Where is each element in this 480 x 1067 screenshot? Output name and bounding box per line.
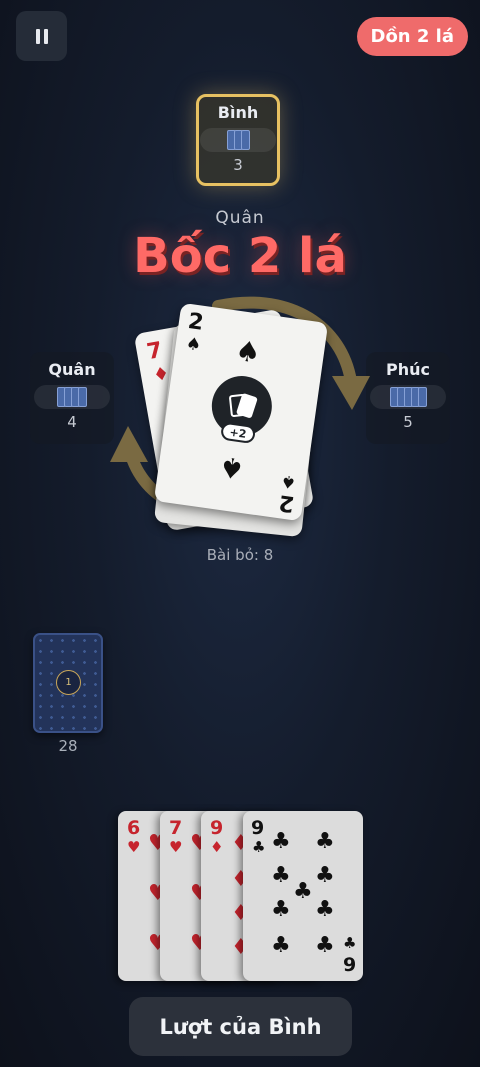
club-icon: ♣ — [271, 863, 291, 888]
card-rank: 2 — [186, 308, 206, 336]
opponent-card-count: 4 — [67, 413, 77, 431]
card-rank: 7 — [144, 337, 165, 366]
club-icon: ♣ — [315, 933, 335, 958]
opponent-name: Quân — [48, 360, 96, 379]
card-rank: 9 — [251, 817, 265, 839]
card-rank: 9 — [210, 817, 224, 839]
draw-pile-count: 28 — [58, 737, 78, 755]
card-rank: 2 — [276, 489, 296, 517]
deck-emblem: 1 — [56, 670, 81, 695]
opponent-hand — [34, 385, 110, 409]
stack-penalty-badge: Dồn 2 lá — [356, 17, 468, 56]
turn-indicator-button[interactable]: Lượt của Bình — [129, 997, 352, 1056]
opponent-top: Bình 3 — [196, 94, 280, 186]
card-rank: 9 — [343, 954, 357, 976]
heart-icon: ♥ — [127, 838, 141, 856]
club-icon: ♣ — [271, 829, 291, 854]
spade-icon: ♠ — [184, 333, 203, 356]
opponent-hand — [200, 128, 276, 152]
opponent-card-count: 3 — [233, 156, 243, 174]
opponent-name: Bình — [217, 103, 259, 122]
club-icon: ♣ — [271, 897, 291, 922]
opponent-hand — [370, 385, 446, 409]
opponent-name: Phúc — [386, 360, 430, 379]
club-icon: ♣ — [271, 933, 291, 958]
card-rank: 7 — [169, 817, 183, 839]
spade-icon: ♠ — [216, 449, 247, 486]
last-action-text: Bốc 2 lá — [133, 228, 347, 284]
hand-card[interactable]: 9 ♣ ♣ ♣ ♣ ♣ ♣ ♣ ♣ ♣ ♣ ♣ 9 — [243, 811, 363, 981]
discard-top-card[interactable]: 2 ♠ ♠ ♠ ♠ 2 +2 — [153, 302, 329, 522]
pause-icon — [35, 28, 40, 44]
opponent-card-count: 5 — [403, 413, 413, 431]
heart-icon: ♥ — [169, 838, 183, 856]
club-icon: ♣ — [252, 838, 266, 856]
club-icon: ♣ — [315, 897, 335, 922]
last-action-player: Quân — [215, 208, 265, 228]
club-icon: ♣ — [343, 934, 357, 952]
discard-count-label: Bài bỏ: 8 — [206, 546, 274, 564]
spade-icon: ♠ — [279, 470, 298, 493]
club-icon: ♣ — [315, 829, 335, 854]
card-rank: 6 — [127, 817, 141, 839]
club-icon: ♣ — [293, 879, 313, 904]
club-icon: ♣ — [315, 863, 335, 888]
draw-pile[interactable]: 1 — [33, 633, 103, 733]
diamond-icon: ♦ — [210, 838, 224, 856]
spade-icon: ♠ — [233, 333, 263, 370]
pause-button[interactable] — [16, 11, 67, 61]
